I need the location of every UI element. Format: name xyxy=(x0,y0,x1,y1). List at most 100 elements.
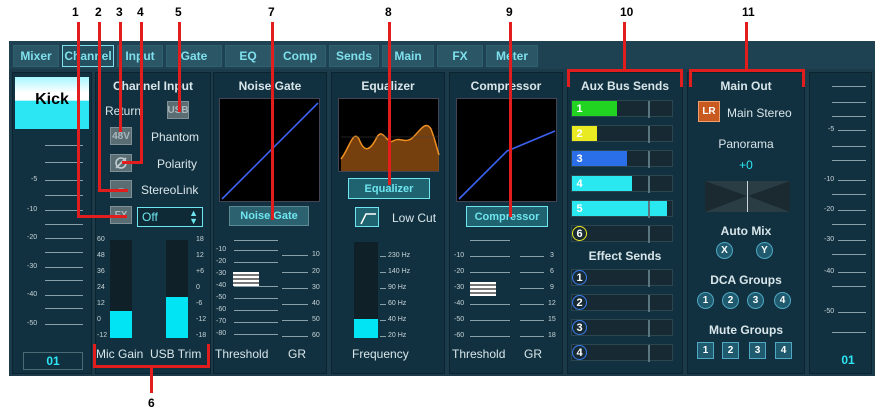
aux-send-row[interactable]: 1 xyxy=(571,100,673,118)
effect-send-row[interactable]: 3 xyxy=(571,319,673,337)
callout-line-11 xyxy=(745,22,748,72)
mic-gain-label: Mic Gain xyxy=(96,347,144,361)
mute-2-button[interactable]: 2 xyxy=(722,342,739,359)
callout-6: 6 xyxy=(148,396,155,410)
callout-line-1 xyxy=(77,22,80,218)
callout-bracket-10-l xyxy=(567,69,570,87)
effect-send-number: 2 xyxy=(572,295,587,310)
aux-send-unity-mark xyxy=(648,126,650,143)
comp-threshold-scale: -10 -20 -30 -40 -50 -60 xyxy=(454,240,510,342)
panorama-label: Panorama xyxy=(718,137,774,151)
low-cut-button[interactable] xyxy=(355,207,379,227)
compressor-button[interactable]: Compressor xyxy=(466,206,548,227)
phantom-label: Phantom xyxy=(151,130,200,144)
pan-value: +0 xyxy=(739,158,753,172)
aux-send-row[interactable]: 4 xyxy=(571,175,673,193)
effect-send-unity-mark xyxy=(648,345,650,362)
compressor-graph xyxy=(456,98,557,202)
high-pass-icon xyxy=(360,213,376,225)
callout-8: 8 xyxy=(385,5,392,19)
effect-send-unity-mark xyxy=(648,270,650,287)
gate-threshold-label: Threshold xyxy=(215,347,269,361)
comp-threshold-label: Threshold xyxy=(452,347,506,361)
effect-send-row[interactable]: 2 xyxy=(571,294,673,312)
callout-line-10 xyxy=(623,22,626,72)
callout-4: 4 xyxy=(137,5,144,19)
frequency-label: Frequency xyxy=(352,347,409,361)
usb-trim-scale: 18 12 +6 0 -6 -12 -18 xyxy=(196,236,207,339)
aux-send-number: 4 xyxy=(572,176,587,191)
right-fader-scale: -5 -10 -20 -30 -40 -50 xyxy=(812,82,870,342)
aux-send-row[interactable]: 6 xyxy=(571,225,673,243)
callout-line-1-h xyxy=(77,215,127,218)
tab-sends[interactable]: Sends xyxy=(329,45,379,67)
aux-send-number: 6 xyxy=(572,226,587,241)
callout-3: 3 xyxy=(116,5,123,19)
effect-send-number: 4 xyxy=(572,345,587,360)
dca-2-button[interactable]: 2 xyxy=(722,292,739,309)
usb-trim-fader[interactable] xyxy=(166,240,188,338)
mic-gain-fader[interactable] xyxy=(110,240,132,338)
callout-bracket-6-l xyxy=(93,344,96,368)
aux-send-row[interactable]: 2 xyxy=(571,125,673,143)
aux-send-number: 5 xyxy=(572,201,587,216)
tab-channel[interactable]: Channel xyxy=(62,45,114,67)
callout-bracket-11-r xyxy=(802,69,805,87)
effect-send-number: 1 xyxy=(572,270,587,285)
mute-groups-title: Mute Groups xyxy=(709,323,783,337)
effect-send-row[interactable]: 1 xyxy=(571,269,673,287)
effect-send-unity-mark xyxy=(648,320,650,337)
lr-label: LR xyxy=(702,106,716,117)
comp-threshold-handle[interactable] xyxy=(470,282,496,296)
panorama-control[interactable] xyxy=(705,181,790,212)
polarity-label: Polarity xyxy=(157,157,198,171)
effect-send-unity-mark xyxy=(648,295,650,312)
mute-4-button[interactable]: 4 xyxy=(775,342,792,359)
channel-number: 01 xyxy=(23,352,83,370)
aux-sends-title: Aux Bus Sends xyxy=(580,79,670,93)
gate-threshold-handle[interactable] xyxy=(233,272,259,286)
tab-meter[interactable]: Meter xyxy=(486,45,538,67)
tab-eq[interactable]: EQ xyxy=(225,45,271,67)
aux-send-number: 3 xyxy=(572,151,587,166)
callout-line-2-h xyxy=(98,189,128,192)
callout-1: 1 xyxy=(72,5,79,19)
callout-bracket-6-r xyxy=(207,344,210,368)
gate-gr-scale: 10 20 30 40 50 60 xyxy=(282,250,324,342)
callout-line-6 xyxy=(150,365,153,393)
tab-mixer[interactable]: Mixer xyxy=(13,45,59,67)
callout-11: 11 xyxy=(742,5,755,19)
fx-select-value: Off xyxy=(142,210,158,224)
callout-line-3 xyxy=(119,22,122,132)
callout-bracket-10-r xyxy=(680,69,683,87)
aux-send-unity-mark xyxy=(648,201,650,218)
stereolink-label: StereoLink xyxy=(141,183,199,197)
noise-gate-button[interactable]: Noise Gate xyxy=(229,206,309,226)
mute-3-button[interactable]: 3 xyxy=(749,342,766,359)
lr-button[interactable]: LR xyxy=(698,101,720,122)
tab-gate[interactable]: Gate xyxy=(166,45,222,67)
usb-trim-fill xyxy=(166,296,188,338)
dca-1-button[interactable]: 1 xyxy=(697,292,714,309)
dca-3-button[interactable]: 3 xyxy=(747,292,764,309)
channel-input-title: Channel Input xyxy=(113,79,193,93)
aux-send-row[interactable]: 3 xyxy=(571,150,673,168)
tab-fx[interactable]: FX xyxy=(437,45,483,67)
callout-7: 7 xyxy=(268,5,275,19)
auto-mix-title: Auto Mix xyxy=(720,224,772,238)
comp-gr-scale: 3 6 9 12 15 18 xyxy=(520,252,560,342)
automix-x-button[interactable]: X xyxy=(716,242,733,259)
noise-gate-title: Noise Gate xyxy=(238,79,302,93)
aux-send-row[interactable]: 5 xyxy=(571,200,673,218)
aux-send-unity-mark xyxy=(648,151,650,168)
comp-gr-label: GR xyxy=(524,347,542,361)
frequency-fader[interactable] xyxy=(354,242,378,338)
fx-select[interactable]: Off ▲ ▼ xyxy=(137,207,203,227)
callout-line-7 xyxy=(271,22,274,220)
mute-1-button[interactable]: 1 xyxy=(697,342,714,359)
tab-comp[interactable]: Comp xyxy=(274,45,326,67)
effect-send-row[interactable]: 4 xyxy=(571,344,673,362)
callout-5: 5 xyxy=(175,5,182,19)
dca-4-button[interactable]: 4 xyxy=(774,292,791,309)
automix-y-button[interactable]: Y xyxy=(756,242,773,259)
